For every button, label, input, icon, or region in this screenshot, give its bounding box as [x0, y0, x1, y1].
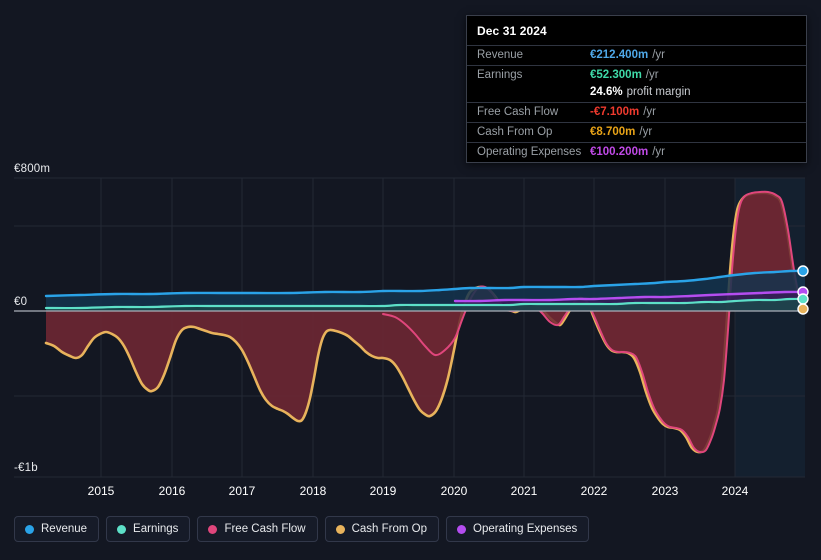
x-axis-tick-2018: 2018 [299, 484, 327, 498]
tooltip-row-value-wrap: €8.700m/yr [590, 126, 652, 138]
tooltip-row-value-wrap: €212.400m/yr [590, 49, 665, 61]
tooltip-row-subtext: profit margin [626, 86, 691, 98]
tooltip-row-value: €52.300m [590, 69, 642, 81]
x-axis-tick-2022: 2022 [580, 484, 608, 498]
tooltip-row-label: Operating Expenses [477, 146, 582, 158]
tooltip-row-cash-from-op: Cash From Op €8.700m/yr [467, 122, 806, 142]
tooltip-row-value-wrap: -€7.100m/yr [590, 106, 656, 118]
legend-item-free-cash-flow[interactable]: Free Cash Flow [197, 516, 318, 542]
tooltip-row-value-wrap: 24.6% profit margin [590, 86, 691, 98]
financial-chart: €800m €0 -€1b 2015 2016 2017 2018 2019 2020 2021… [0, 0, 821, 560]
legend-item-earnings[interactable]: Earnings [106, 516, 191, 542]
tooltip-row-unit: /yr [652, 146, 665, 158]
tooltip-row-unit: /yr [643, 106, 657, 118]
tooltip-row-label: Earnings [477, 69, 523, 81]
tooltip-date: Dec 31 2024 [477, 24, 547, 38]
x-axis-tick-2017: 2017 [228, 484, 256, 498]
x-axis-tick-2023: 2023 [651, 484, 679, 498]
legend-item-revenue[interactable]: Revenue [14, 516, 100, 542]
tooltip-row-unit: /yr [639, 126, 653, 138]
tooltip-row-label: Free Cash Flow [477, 106, 559, 118]
legend-dot-icon [25, 524, 34, 534]
tooltip-row-label: Cash From Op [477, 126, 553, 138]
tooltip-rows: Revenue €212.400m/yr Earnings €52.300m/yr 24… [467, 45, 806, 162]
tooltip-row-earnings: Earnings €52.300m/yr [467, 65, 806, 85]
legend-item-cash-from-op[interactable]: Cash From Op [324, 516, 440, 542]
legend-label: Cash From Op [351, 523, 428, 535]
tooltip-row-value-wrap: €100.200m/yr [590, 146, 665, 158]
tooltip-row-revenue: Revenue €212.400m/yr [467, 45, 806, 65]
chart-legend[interactable]: Revenue Earnings Free Cash Flow Cash From O… [14, 516, 590, 542]
x-axis-tick-2016: 2016 [158, 484, 186, 498]
tooltip-row-unit: /yr [652, 49, 665, 61]
tooltip-row-value: €100.200m [590, 146, 649, 158]
tooltip-row-unit: /yr [645, 69, 659, 81]
tooltip-row-value: -€7.100m [590, 106, 640, 118]
legend-label: Earnings [133, 523, 179, 535]
tooltip-row-value-wrap: €52.300m/yr [590, 69, 659, 81]
legend-dot-icon [335, 524, 345, 534]
x-axis-tick-2024: 2024 [721, 484, 749, 498]
legend-dot-icon [117, 524, 127, 534]
x-axis-tick-2019: 2019 [369, 484, 397, 498]
y-axis-tick-1: €0 [14, 296, 28, 308]
legend-dot-icon [457, 524, 467, 534]
legend-dot-icon [208, 524, 218, 534]
legend-label: Operating Expenses [473, 523, 578, 535]
legend-label: Free Cash Flow [224, 523, 306, 535]
x-axis-tick-2015: 2015 [87, 484, 115, 498]
y-axis-tick-2: -€1b [14, 462, 38, 474]
tooltip-row-value: €212.400m [590, 49, 649, 61]
x-axis-tick-2021: 2021 [510, 484, 538, 498]
tooltip-row-free-cash-flow: Free Cash Flow -€7.100m/yr [467, 102, 806, 122]
tooltip-row-label: Revenue [477, 49, 524, 61]
tooltip-row-value: €8.700m [590, 126, 636, 138]
tooltip-row-value: 24.6% [590, 86, 623, 98]
data-tooltip: Dec 31 2024 Revenue €212.400m/yr Earnings €… [466, 15, 807, 163]
y-axis-tick-0: €800m [14, 163, 51, 175]
x-axis-tick-2020: 2020 [440, 484, 468, 498]
legend-label: Revenue [41, 523, 88, 535]
legend-item-operating-expenses[interactable]: Operating Expenses [446, 516, 590, 542]
tooltip-row-operating-expenses: Operating Expenses €100.200m/yr [467, 142, 806, 162]
tooltip-row-profit-margin: 24.6% profit margin [467, 85, 806, 102]
